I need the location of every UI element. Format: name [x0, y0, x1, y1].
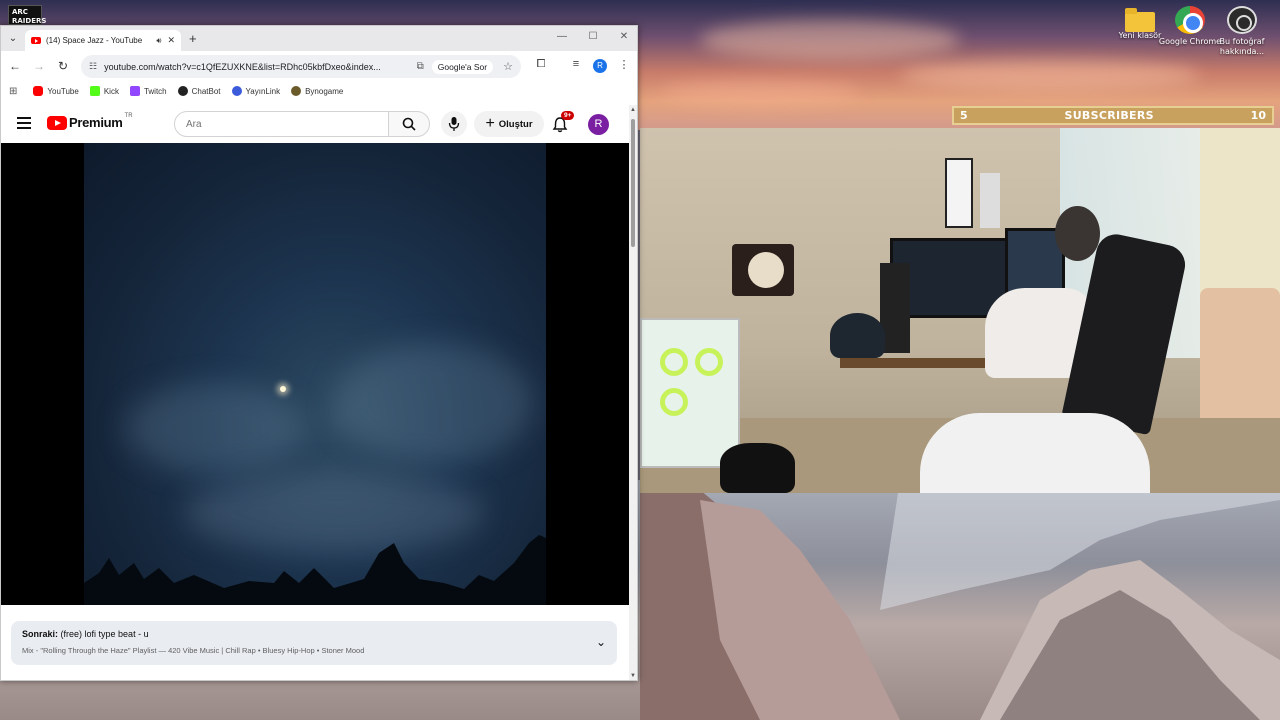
up-next-playlist: Mix - "Rolling Through the Haze" Playlis… [22, 646, 365, 655]
bookmark-twitch[interactable]: Twitch [129, 86, 167, 96]
tab-close-icon[interactable]: ✕ [167, 35, 175, 46]
new-tab-plus-icon[interactable]: + [189, 31, 197, 46]
bynogame-icon [291, 86, 302, 96]
youtube-logo-text: Premium [69, 115, 123, 130]
youtube-favicon-icon [31, 37, 41, 44]
video-frame-night-sky[interactable] [84, 143, 546, 605]
hamburger-menu-icon[interactable] [17, 117, 31, 129]
youtube-play-logo-icon [47, 115, 67, 130]
chatbot-icon [177, 86, 188, 96]
bookmark-label: Twitch [143, 86, 167, 96]
youtube-premium-logo[interactable]: Premium TR [47, 112, 133, 130]
bookmark-kick[interactable]: Kick [89, 86, 119, 96]
chrome-browser-window: ⌄ (14) Space Jazz - YouTube 🔊︎ ✕ + — ☐ ✕… [0, 25, 638, 681]
voice-search-button[interactable] [441, 111, 467, 137]
apps-grid-icon[interactable]: ⊞ [9, 86, 17, 97]
address-bar[interactable]: ☷ youtube.com/watch?v=c1QfEZUXKNE&list=R… [81, 55, 521, 78]
desktop-icon-photo-info[interactable]: Bu fotoğraf hakkında... [1210, 6, 1274, 57]
chrome-icon [1175, 6, 1205, 34]
scroll-up-arrow-icon[interactable]: ▲ [630, 107, 636, 113]
tab-strip: ⌄ (14) Space Jazz - YouTube 🔊︎ ✕ + — ☐ ✕ [1, 26, 637, 51]
arc-raiders-logo-text: ARC RAIDERS [12, 8, 47, 25]
browser-menu-icon[interactable]: ⋮ [616, 58, 632, 71]
notification-count-badge: 9+ [561, 111, 575, 120]
yayinlink-icon [231, 86, 242, 96]
reload-icon[interactable]: ↻ [55, 58, 71, 74]
desktop-icon-label: Bu fotoğraf hakkında... [1219, 37, 1265, 56]
tab-youtube[interactable]: (14) Space Jazz - YouTube 🔊︎ ✕ [25, 30, 181, 51]
bookmark-youtube[interactable]: YouTube [33, 86, 79, 96]
youtube-country-code: TR [124, 112, 133, 119]
bookmark-yayinlink[interactable]: YayınLink [231, 86, 281, 96]
subscriber-count: 5 [960, 109, 968, 122]
create-button[interactable]: + Oluştur [474, 111, 544, 137]
browser-profile-initial: R [597, 61, 603, 70]
bookmarks-bar: ⊞ YouTube Kick Twitch ChatBot YayınLink … [1, 81, 637, 101]
kick-icon [89, 86, 100, 96]
subscriber-goal: 10 [1250, 109, 1266, 122]
twitch-icon [129, 86, 140, 96]
create-label: Oluştur [498, 118, 533, 130]
audio-playing-icon[interactable]: 🔊︎ [156, 36, 161, 46]
ask-google-label: Google'a Sor [437, 61, 488, 72]
youtube-account-avatar[interactable]: R [588, 114, 609, 135]
plus-icon: + [485, 115, 495, 132]
page-scrollbar[interactable]: ▲ ▼ [629, 105, 637, 680]
folder-icon [1125, 8, 1155, 32]
address-url[interactable]: youtube.com/watch?v=c1QfEZUXKNE&list=RDh… [104, 62, 411, 72]
tab-search-chevron-icon[interactable]: ⌄ [5, 31, 21, 47]
youtube-header: Premium TR + Oluştur 9+ R [1, 105, 629, 143]
up-next-prefix: Sonraki: [22, 629, 59, 639]
bookmark-label: YayınLink [245, 86, 281, 96]
extensions-puzzle-icon[interactable]: ⧠ [533, 58, 549, 71]
search-icon [402, 117, 416, 131]
minimize-icon[interactable]: — [555, 31, 569, 42]
bookmark-label: ChatBot [191, 86, 221, 96]
bookmark-star-icon[interactable]: ☆ [503, 60, 513, 73]
media-controls-icon[interactable]: ≡ [568, 58, 584, 70]
subscriber-label: SUBSCRIBERS [1064, 109, 1154, 122]
forward-arrow-icon[interactable]: → [31, 58, 47, 74]
youtube-search-input[interactable] [174, 111, 389, 137]
up-next-title: (free) lofi type beat - u [60, 629, 149, 639]
scroll-down-arrow-icon[interactable]: ▼ [630, 673, 636, 679]
video-player[interactable] [1, 143, 629, 605]
scroll-thumb[interactable] [631, 119, 635, 247]
treeline-silhouette [84, 535, 546, 605]
bookmark-label: YouTube [47, 86, 79, 96]
microphone-icon [448, 117, 460, 131]
back-arrow-icon[interactable]: ← [7, 58, 23, 74]
maximize-icon[interactable]: ☐ [586, 31, 600, 42]
window-close-icon[interactable]: ✕ [617, 31, 631, 42]
avatar-initial: R [594, 118, 603, 130]
arc-raiders-logo[interactable]: ARC RAIDERS [8, 5, 46, 25]
tab-title: (14) Space Jazz - YouTube [46, 36, 143, 45]
bookmark-bynogame[interactable]: Bynogame [291, 86, 343, 96]
bookmark-chatbot[interactable]: ChatBot [177, 86, 221, 96]
subscriber-goal-bar: 5 SUBSCRIBERS 10 [952, 106, 1274, 125]
site-info-icon[interactable]: ☷ [89, 61, 97, 72]
ask-google-button[interactable]: Google'a Sor [431, 59, 494, 74]
photo-info-icon [1227, 6, 1257, 34]
install-app-icon[interactable]: ⧉ [417, 61, 424, 72]
youtube-search-button[interactable] [388, 111, 430, 137]
chevron-down-icon[interactable]: ⌄ [596, 635, 606, 649]
up-next-card[interactable]: Sonraki: (free) lofi type beat - u Mix -… [11, 621, 617, 665]
youtube-icon [33, 86, 44, 96]
up-next-heading: Sonraki: (free) lofi type beat - u [22, 629, 606, 639]
webcam-feed [640, 128, 1280, 493]
browser-profile-avatar[interactable]: R [593, 59, 607, 73]
browser-toolbar: ← → ↻ ☷ youtube.com/watch?v=c1QfEZUXKNE&… [1, 51, 637, 81]
bookmark-label: Bynogame [305, 86, 344, 96]
bookmark-label: Kick [103, 86, 119, 96]
